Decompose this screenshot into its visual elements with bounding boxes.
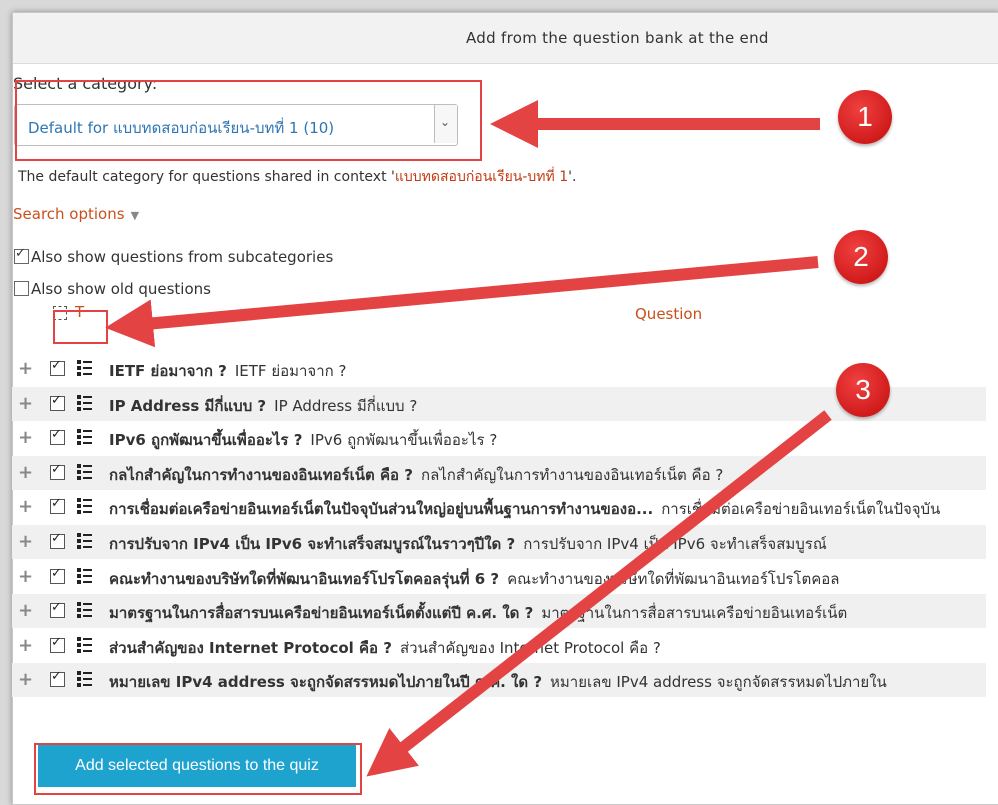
step-badge-3: 3 [836, 363, 890, 417]
arrow-3 [366, 410, 832, 777]
step-badge-1: 1 [838, 90, 892, 144]
step-badge-2: 2 [834, 230, 888, 284]
arrow-2 [105, 256, 819, 348]
